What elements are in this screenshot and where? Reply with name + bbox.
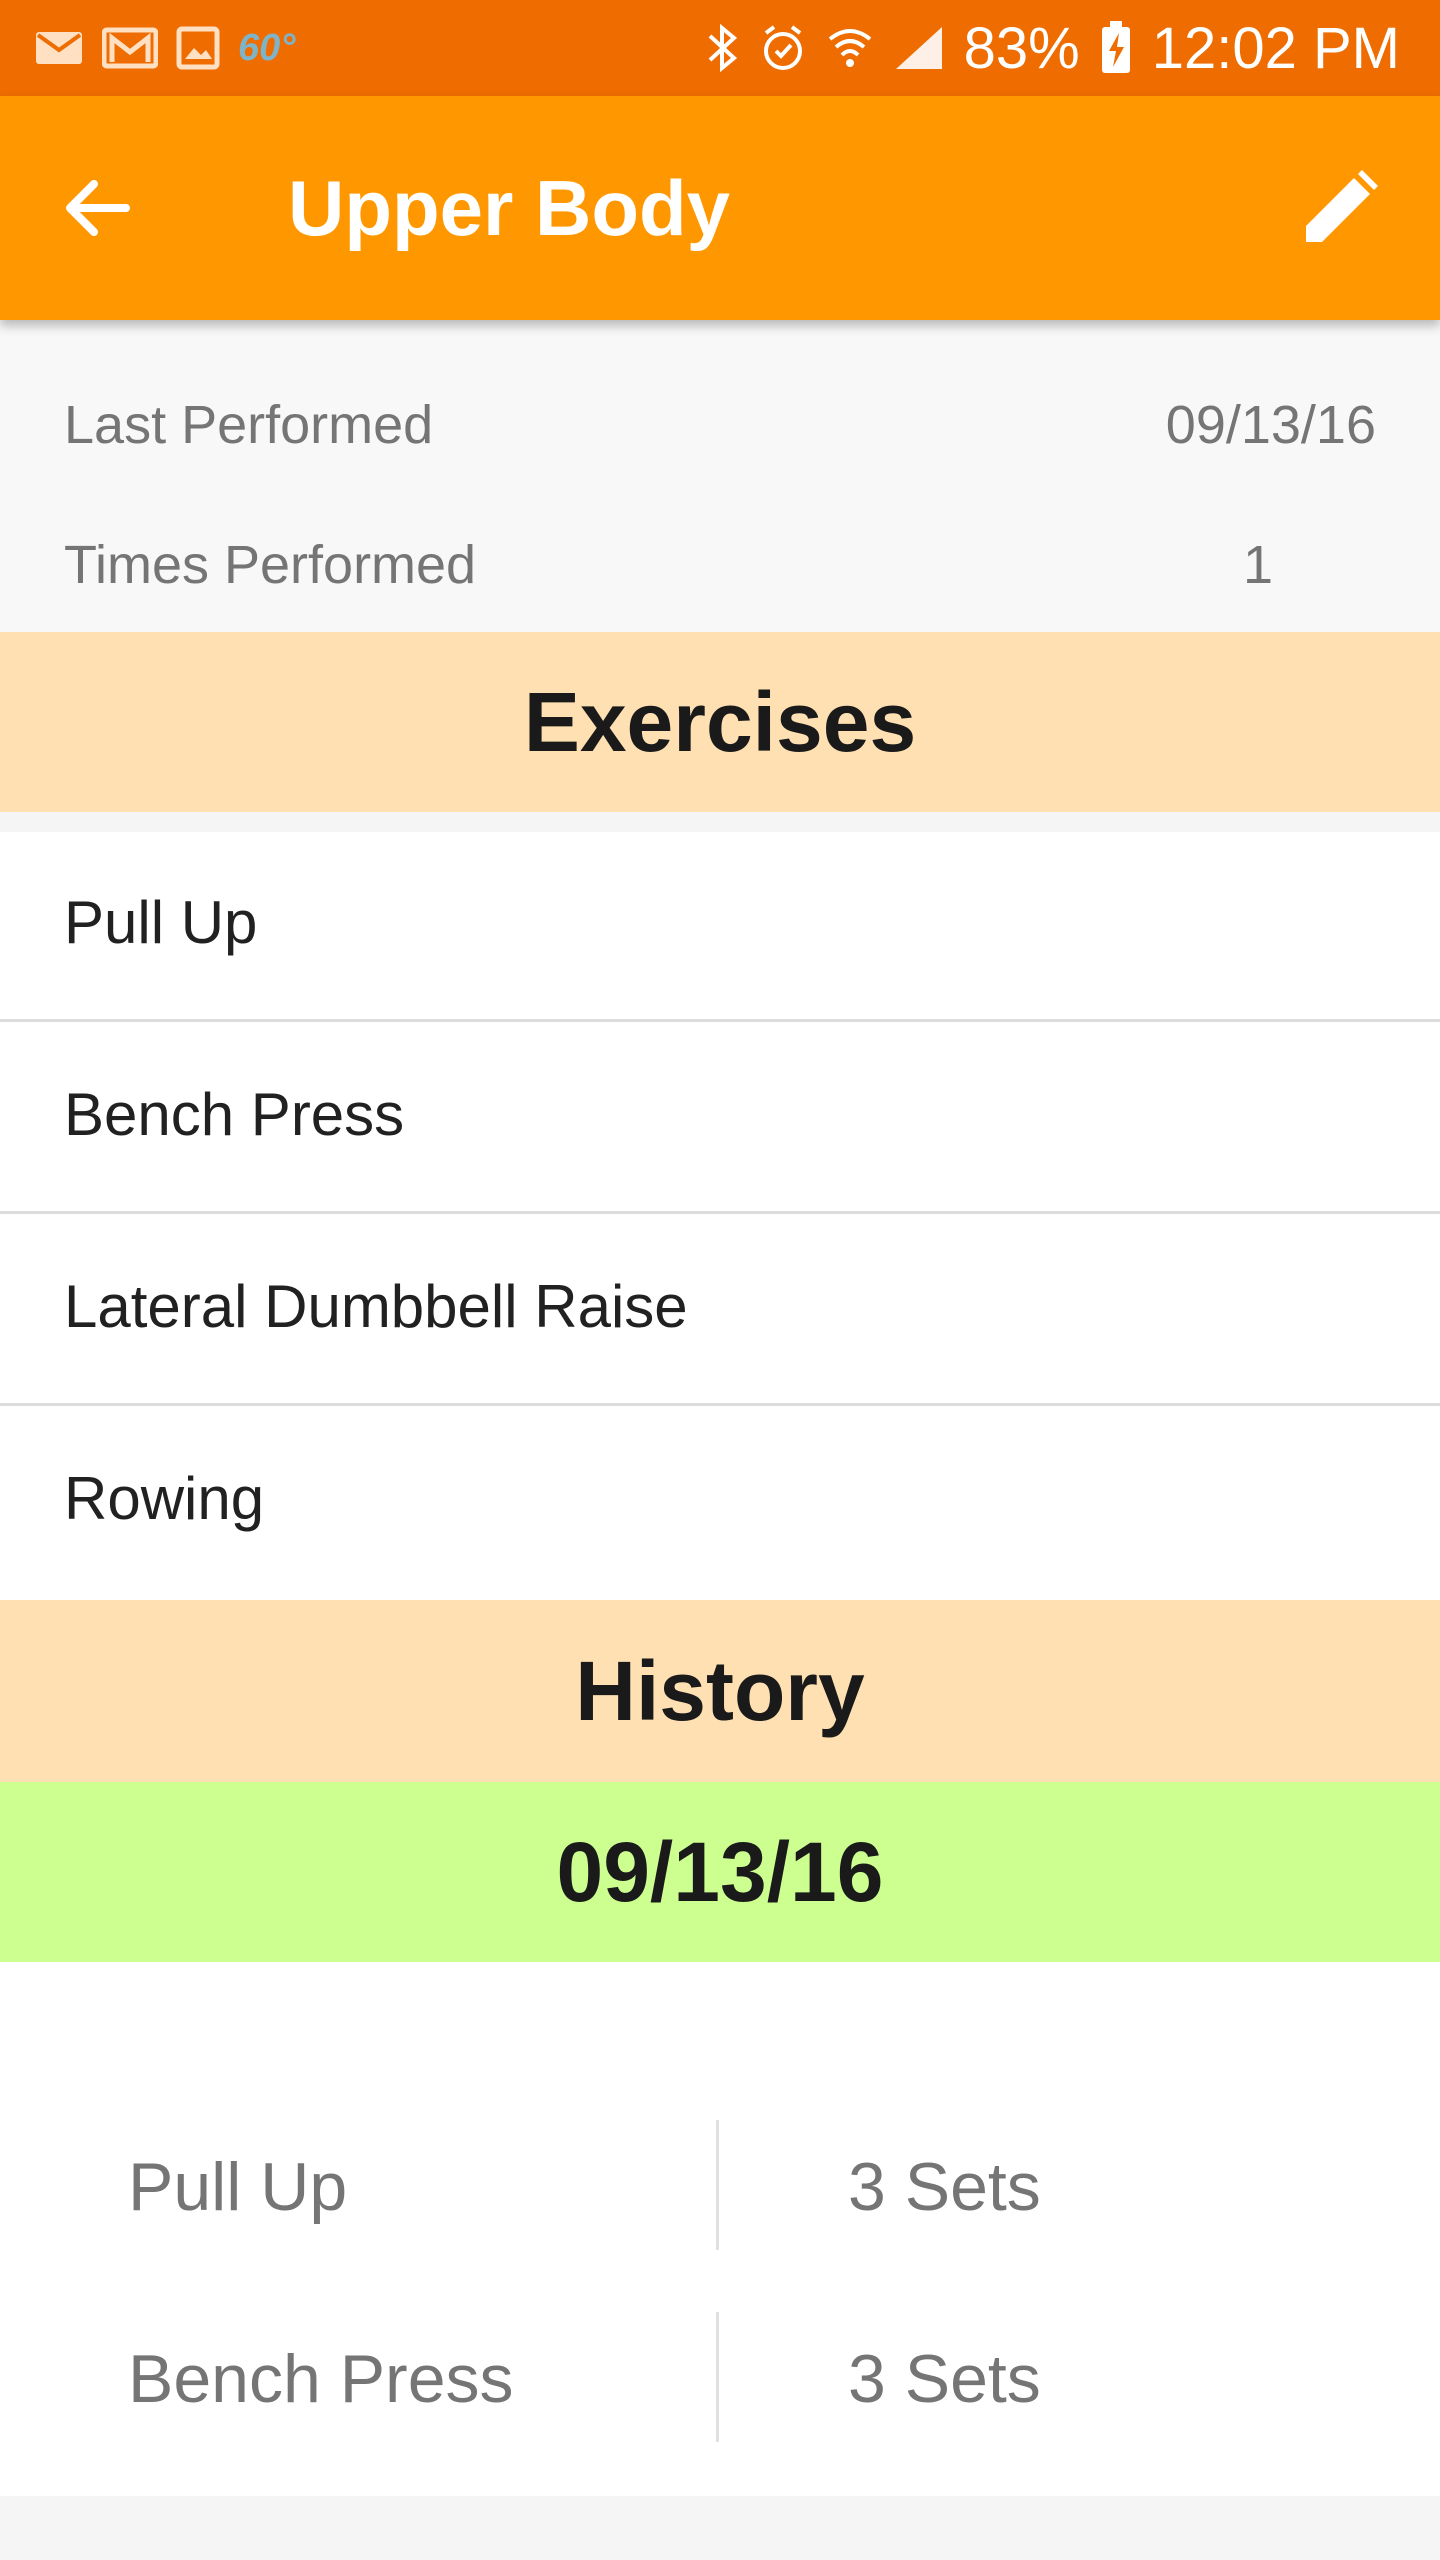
wifi-icon bbox=[826, 23, 874, 73]
battery-charging-icon bbox=[1100, 21, 1132, 75]
clock-time: 12:02 PM bbox=[1151, 15, 1400, 81]
times-performed-label: Times Performed bbox=[64, 535, 477, 595]
gallery-icon bbox=[176, 26, 220, 70]
history-session-date: 09/13/16 bbox=[0, 1782, 1440, 1962]
edit-button[interactable] bbox=[1296, 164, 1384, 252]
exercise-list: Pull Up Bench Press Lateral Dumbbell Rai… bbox=[0, 832, 1440, 1600]
exercise-item[interactable]: Pull Up bbox=[0, 832, 1440, 1022]
signal-icon bbox=[894, 25, 944, 71]
history-exercise-name: Pull Up bbox=[128, 2149, 348, 2225]
column-divider bbox=[716, 2312, 719, 2442]
times-performed-row: Times Performed 1 bbox=[0, 524, 1440, 604]
exercise-item[interactable]: Lateral Dumbbell Raise bbox=[0, 1216, 1440, 1406]
times-performed-value: 1 bbox=[1242, 535, 1274, 595]
history-sets-count: 3 Sets bbox=[848, 2341, 1041, 2417]
battery-percent: 83% bbox=[963, 15, 1080, 81]
exercise-name: Rowing bbox=[64, 1465, 265, 1532]
last-performed-value: 09/13/16 bbox=[1165, 395, 1376, 455]
pencil-icon bbox=[1306, 170, 1378, 242]
exercise-item[interactable]: Rowing bbox=[0, 1408, 1440, 1598]
last-performed-label: Last Performed bbox=[64, 395, 434, 455]
workout-info: Last Performed 09/13/16 Times Performed … bbox=[0, 320, 1440, 632]
history-entry-row[interactable]: Bench Press 3 Sets bbox=[0, 2312, 1440, 2442]
gmail-icon bbox=[102, 26, 158, 70]
weather-temperature: 60° bbox=[238, 26, 296, 69]
arrow-back-icon bbox=[66, 180, 130, 236]
exercise-name: Bench Press bbox=[64, 1081, 405, 1148]
bluetooth-icon bbox=[706, 22, 740, 74]
history-session-entries: Pull Up 3 Sets Bench Press 3 Sets bbox=[0, 1962, 1440, 2496]
exercise-item[interactable]: Bench Press bbox=[0, 1024, 1440, 1214]
status-right: 83% 12:02 PM bbox=[706, 14, 1400, 82]
status-left: 60° bbox=[34, 22, 295, 74]
status-bar: 60° 83% 12:02 PM bbox=[0, 0, 1440, 96]
alarm-icon bbox=[760, 23, 806, 73]
exercises-header: Exercises bbox=[0, 632, 1440, 812]
exercise-name: Pull Up bbox=[64, 889, 258, 956]
column-divider bbox=[716, 2120, 719, 2250]
page-title: Upper Body bbox=[288, 164, 731, 252]
history-sets-count: 3 Sets bbox=[848, 2149, 1041, 2225]
history-entry-row[interactable]: Pull Up 3 Sets bbox=[0, 2120, 1440, 2250]
history-header: History bbox=[0, 1600, 1440, 1782]
last-performed-row: Last Performed 09/13/16 bbox=[0, 384, 1440, 464]
history-exercise-name: Bench Press bbox=[128, 2341, 514, 2417]
back-button[interactable] bbox=[56, 168, 136, 248]
exercise-name: Lateral Dumbbell Raise bbox=[64, 1273, 688, 1340]
mail-icon bbox=[34, 28, 84, 68]
app-bar: Upper Body bbox=[0, 96, 1440, 320]
